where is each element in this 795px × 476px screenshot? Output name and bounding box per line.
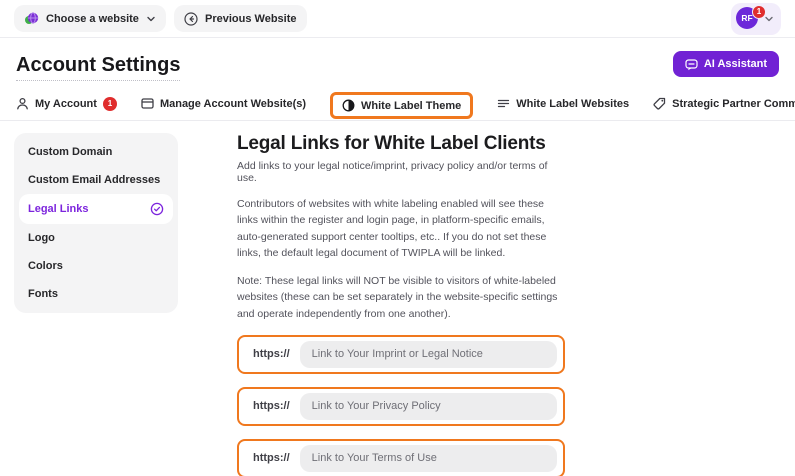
legal-links-panel: Legal Links for White Label Clients Add …: [237, 133, 565, 476]
website-globe-icon: [24, 11, 39, 26]
tab-manage-account-websites[interactable]: Manage Account Website(s): [141, 97, 306, 116]
tab-white-label-theme[interactable]: White Label Theme: [330, 92, 474, 119]
previous-website-button[interactable]: Previous Website: [174, 5, 307, 32]
chat-bubble-icon: [685, 58, 698, 71]
sidebar-item-logo[interactable]: Logo: [19, 224, 173, 252]
url-prefix-label: https://: [253, 348, 290, 361]
terms-of-use-link-field-group: https://: [237, 438, 565, 476]
section-intro: Add links to your legal notice/imprint, …: [237, 160, 548, 184]
sidebar-item-label: Colors: [28, 260, 63, 272]
contrast-icon: [342, 99, 355, 112]
privacy-policy-link-field-group: https://: [237, 386, 565, 426]
browser-icon: [141, 97, 154, 110]
sidebar-item-fonts[interactable]: Fonts: [19, 280, 173, 308]
arrow-left-circle-icon: [184, 11, 198, 26]
sidebar-item-custom-domain[interactable]: Custom Domain: [19, 138, 173, 166]
notification-badge: 1: [752, 4, 766, 19]
section-description: Contributors of websites with white labe…: [237, 198, 547, 259]
tab-label: My Account: [35, 97, 97, 110]
privacy-policy-link-input[interactable]: [299, 392, 557, 420]
chevron-down-icon: [764, 14, 774, 24]
sidebar-item-label: Fonts: [28, 288, 58, 300]
previous-website-label: Previous Website: [205, 12, 297, 25]
settings-tab-bar: My Account 1 Manage Account Website(s) W…: [0, 87, 795, 121]
tab-badge: 1: [102, 96, 117, 111]
section-note: Note: These legal links will NOT be visi…: [237, 275, 558, 320]
sidebar-item-label: Custom Email Addresses: [28, 174, 161, 186]
sidebar-item-label: Custom Domain: [28, 146, 113, 158]
sidebar-item-label: Logo: [28, 232, 55, 244]
tab-my-account[interactable]: My Account 1: [16, 96, 117, 117]
choose-website-dropdown[interactable]: Choose a website: [14, 5, 166, 32]
choose-website-label: Choose a website: [46, 12, 139, 25]
page-header: Account Settings AI Assistant: [0, 38, 795, 87]
page-title: Account Settings: [16, 54, 181, 81]
sidebar-item-label: Legal Links: [28, 203, 89, 215]
sidebar-item-legal-links[interactable]: Legal Links: [19, 194, 173, 224]
legal-settings-sidebar: Custom Domain Custom Email Addresses Leg…: [14, 133, 178, 313]
tag-icon: [653, 97, 666, 110]
imprint-link-field-group: https://: [237, 334, 565, 374]
ai-assistant-button[interactable]: AI Assistant: [672, 51, 779, 77]
top-bar: Choose a website Previous Website RF 1: [0, 0, 795, 38]
imprint-link-input[interactable]: [299, 340, 557, 368]
tab-label: Strategic Partner Commission: [672, 97, 795, 110]
tab-strategic-partner-commission[interactable]: Strategic Partner Commission: [653, 97, 795, 116]
user-icon: [16, 97, 29, 110]
url-prefix-label: https://: [253, 452, 290, 465]
account-menu[interactable]: RF 1: [731, 2, 781, 35]
avatar: RF 1: [736, 4, 766, 31]
terms-of-use-link-input[interactable]: [299, 444, 557, 472]
settings-body: Custom Domain Custom Email Addresses Leg…: [0, 121, 795, 476]
url-prefix-label: https://: [253, 400, 290, 413]
list-icon: [497, 97, 510, 110]
sidebar-item-custom-email-addresses[interactable]: Custom Email Addresses: [19, 166, 173, 194]
check-circle-icon: [150, 202, 164, 216]
tab-label: White Label Theme: [361, 99, 462, 112]
tab-label: Manage Account Website(s): [159, 97, 307, 110]
chevron-down-icon: [146, 14, 156, 24]
tab-white-label-websites[interactable]: White Label Websites: [497, 97, 629, 116]
sidebar-item-colors[interactable]: Colors: [19, 252, 173, 280]
tab-label: White Label Websites: [516, 97, 630, 110]
ai-assistant-label: AI Assistant: [703, 58, 767, 70]
section-heading: Legal Links for White Label Clients: [237, 133, 546, 154]
